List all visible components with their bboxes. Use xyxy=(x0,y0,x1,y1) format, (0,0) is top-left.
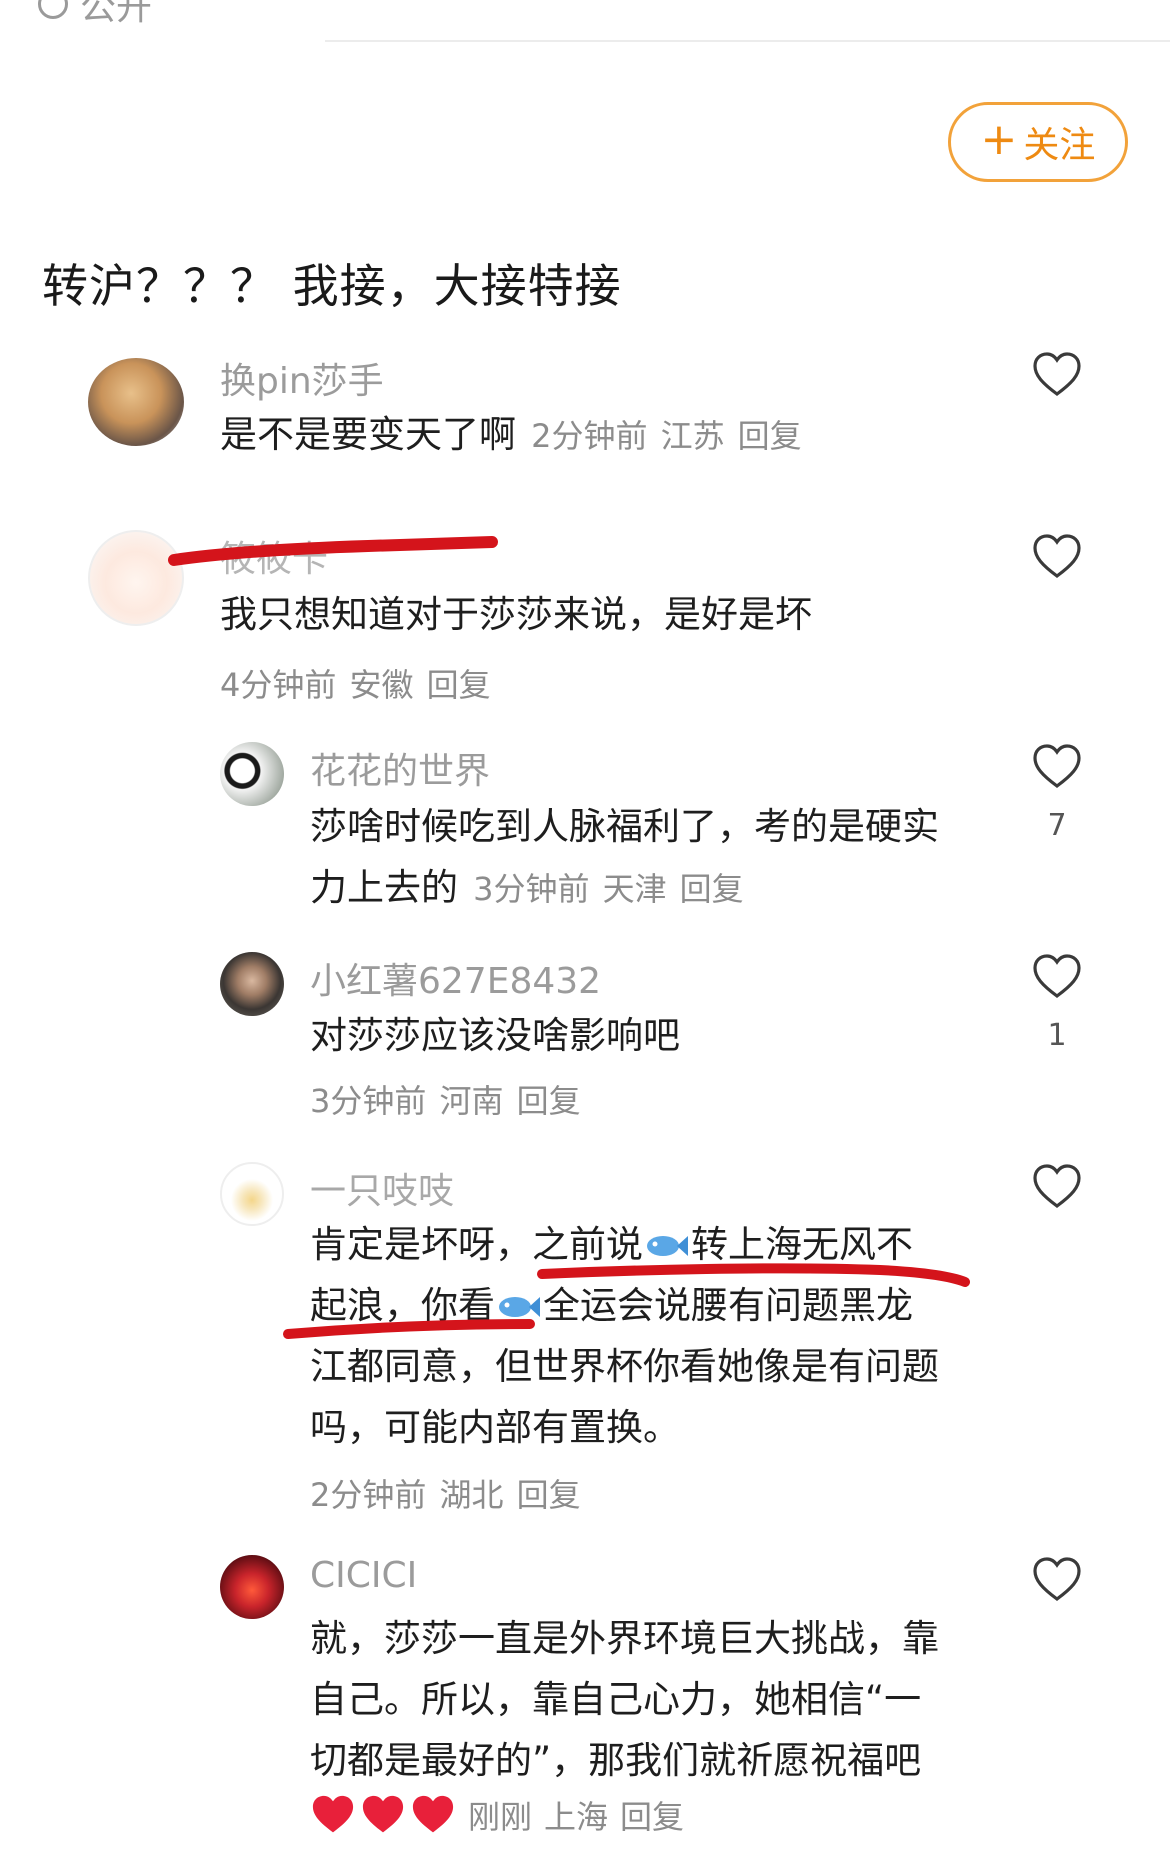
reply-button[interactable]: 回复 xyxy=(517,1082,581,1120)
avatar-user-4[interactable] xyxy=(220,952,284,1016)
reply-location: 湖北 xyxy=(439,1476,504,1514)
comment-location: 江苏 xyxy=(660,417,725,455)
reply-location: 河南 xyxy=(439,1082,504,1120)
red-heart-icon xyxy=(312,1795,354,1833)
reply-meta: 3分钟前 河南 回复 xyxy=(310,1076,581,1122)
reply-location: 上海 xyxy=(544,1798,609,1836)
heart-icon[interactable] xyxy=(1032,744,1082,790)
reply-button[interactable]: 回复 xyxy=(427,666,491,704)
reply-button[interactable]: 回复 xyxy=(620,1792,684,1838)
comment-meta: 4分钟前 安徽 回复 xyxy=(220,660,491,706)
reply-button[interactable]: 回复 xyxy=(738,417,802,455)
follow-label: 关注 xyxy=(1023,125,1096,166)
reply-body-line2: 力上去的 3分钟前 天津 回复 xyxy=(310,857,744,918)
avatar-user-3[interactable] xyxy=(220,742,284,806)
visibility-label: 公开 xyxy=(80,0,153,28)
heart-icon[interactable] xyxy=(1032,534,1082,580)
reply-text-line: 力上去的 xyxy=(310,866,458,909)
reply-text-line: 切都是最好的”，那我们就祈愿祝福吧 xyxy=(310,1739,922,1782)
reply-text-line: 江都同意，但世界杯你看她像是有问题 xyxy=(310,1345,939,1388)
divider xyxy=(325,40,1170,42)
reply-time: 2分钟前 xyxy=(310,1476,427,1514)
reply-username[interactable]: 花花的世界 xyxy=(310,742,490,794)
heart-icon[interactable] xyxy=(1032,1164,1082,1210)
reply-time: 3分钟前 xyxy=(310,1082,427,1120)
heart-icon[interactable] xyxy=(1032,954,1082,1000)
follow-button[interactable]: + 关注 xyxy=(948,102,1128,182)
reply-username[interactable]: 小红薯627E8432 xyxy=(310,952,601,1004)
avatar-user-1[interactable] xyxy=(88,358,184,446)
comment-time: 2分钟前 xyxy=(531,417,648,455)
comment-body: 是不是要变天了啊 2分钟前 江苏 回复 xyxy=(220,404,802,465)
reply-button[interactable]: 回复 xyxy=(680,870,744,908)
post-text: 转沪？？？ 我接，大接特接 xyxy=(42,259,622,313)
avatar-user-5[interactable] xyxy=(220,1162,284,1226)
reply-time: 3分钟前 xyxy=(473,870,590,908)
heart-icon[interactable] xyxy=(1032,352,1082,398)
red-heart-icon xyxy=(412,1795,454,1833)
avatar-user-6[interactable] xyxy=(220,1555,284,1619)
comment-time: 4分钟前 xyxy=(220,666,337,704)
comment-username[interactable]: 换pin莎手 xyxy=(220,352,384,404)
reply-meta: 刚刚 上海 回复 xyxy=(310,1792,684,1838)
reply-meta: 2分钟前 湖北 回复 xyxy=(310,1470,581,1516)
reply-time: 刚刚 xyxy=(468,1798,533,1836)
redaction-mark xyxy=(168,536,498,566)
reply-text-line: 莎啥时候吃到人脉福利了，考的是硬实 xyxy=(310,805,939,848)
reply-username[interactable]: 一只吱吱 xyxy=(310,1162,454,1214)
comment-text: 我只想知道对于莎莎来说，是好是坏 xyxy=(220,593,812,636)
reply-text-line: 对莎莎应该没啥影响吧 xyxy=(310,1014,680,1057)
like-count: 7 xyxy=(1047,808,1067,843)
visibility-icon xyxy=(38,0,68,19)
like-count: 1 xyxy=(1047,1018,1067,1053)
comment-location: 安徽 xyxy=(349,666,414,704)
heart-icon[interactable] xyxy=(1032,1557,1082,1603)
comment-text: 是不是要变天了啊 xyxy=(220,413,516,456)
reply-location: 天津 xyxy=(602,870,667,908)
reply-text-line: 就，莎莎一直是外界环境巨大挑战，靠 xyxy=(310,1617,939,1660)
visibility-indicator: 公开 xyxy=(38,0,152,30)
plus-icon: + xyxy=(980,114,1018,165)
annotation-underline xyxy=(283,1263,970,1339)
reply-button[interactable]: 回复 xyxy=(517,1476,581,1514)
reply-username[interactable]: CICICI xyxy=(310,1555,417,1596)
red-heart-icon xyxy=(362,1795,404,1833)
reply-text-line: 自己。所以，靠自己心力，她相信“一 xyxy=(310,1678,922,1721)
reply-text-line: 吗，可能内部有置换。 xyxy=(310,1406,680,1449)
